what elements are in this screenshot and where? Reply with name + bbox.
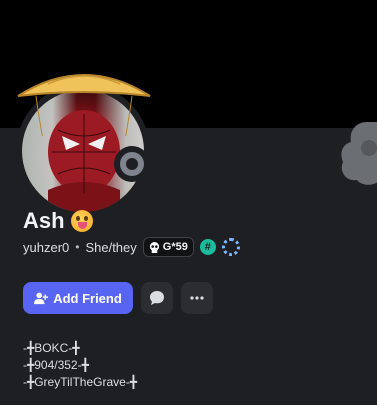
straw-hat-decoration — [17, 74, 151, 136]
add-friend-button[interactable]: Add Friend — [23, 282, 133, 314]
tongue-emoji-icon — [70, 210, 93, 232]
bio-line: -╋BOKC-╋ — [23, 341, 80, 355]
server-tag[interactable]: G*59 — [142, 237, 194, 257]
display-name: Ash — [23, 208, 65, 233]
pronouns: She/they — [85, 239, 137, 255]
about-me: -╋BOKC-╋ -╋904/352-╋ -╋GreyTilTheGrave-╋ — [23, 340, 137, 391]
quest-badge-icon[interactable] — [221, 238, 240, 256]
skull-icon — [149, 241, 159, 253]
bio-line: -╋GreyTilTheGrave-╋ — [23, 375, 138, 389]
more-button[interactable] — [181, 282, 213, 314]
separator-dot: • — [75, 240, 80, 254]
name-row: Ash — [23, 208, 93, 234]
username[interactable]: yuhzer0 — [23, 240, 69, 255]
add-friend-label: Add Friend — [53, 290, 122, 306]
add-user-icon — [34, 292, 49, 305]
hashtag-badge-icon[interactable]: # — [199, 239, 216, 255]
profile-meta: yuhzer0 • She/they G*59 # — [23, 237, 240, 257]
bio-line: -╋904/352-╋ — [23, 358, 89, 372]
chat-bubble-icon — [150, 291, 164, 305]
message-button[interactable] — [141, 282, 173, 314]
more-dots-icon — [190, 296, 204, 300]
avatar[interactable] — [14, 66, 154, 218]
cloud-decoration-icon — [341, 122, 377, 185]
server-tag-label: G*59 — [162, 241, 188, 253]
